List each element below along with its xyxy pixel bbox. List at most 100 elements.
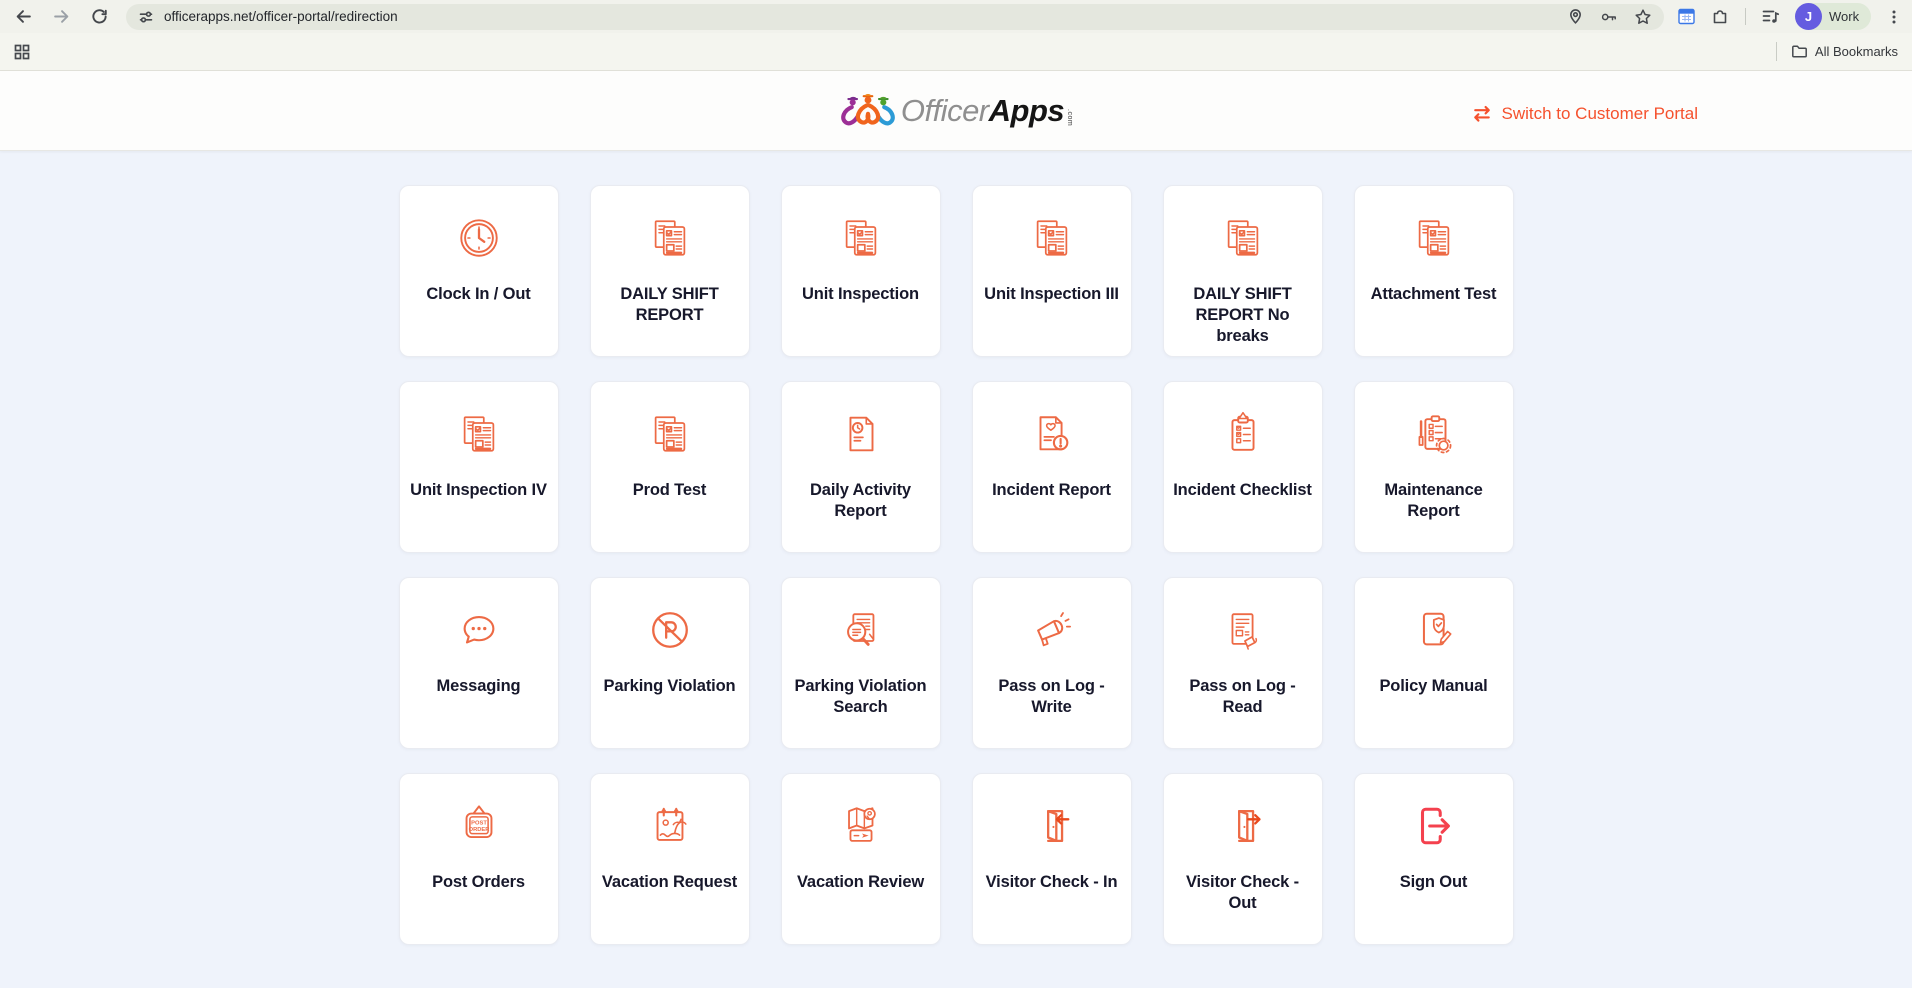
forward-button[interactable] bbox=[48, 4, 74, 30]
app-tile-label: Sign Out bbox=[1399, 873, 1468, 891]
back-icon bbox=[16, 10, 31, 23]
app-tile-unit-inspection[interactable]: Unit Inspection bbox=[780, 185, 941, 357]
app-tile-label: Prod Test bbox=[632, 481, 707, 499]
back-button[interactable] bbox=[10, 4, 36, 30]
app-tile-maintenance-report[interactable]: Maintenance Report bbox=[1353, 381, 1514, 553]
app-tile-label: Pass on Log - Read bbox=[1189, 677, 1296, 716]
app-tile-daily-shift-report-no-breaks[interactable]: DAILY SHIFT REPORT No breaks bbox=[1162, 185, 1323, 357]
extensions-icon[interactable] bbox=[1711, 7, 1730, 26]
app-tile-label: Unit Inspection IV bbox=[410, 481, 547, 499]
report-stack-icon bbox=[838, 215, 884, 261]
app-tile-vacation-request[interactable]: Vacation Request bbox=[589, 773, 750, 945]
calendar-extension-icon[interactable] bbox=[1677, 7, 1696, 26]
app-tile-visitor-check-in[interactable]: Visitor Check - In bbox=[971, 773, 1132, 945]
door-out-icon bbox=[1220, 803, 1266, 849]
report-stack-icon bbox=[647, 215, 693, 261]
app-tile-label: Pass on Log - Write bbox=[998, 677, 1105, 716]
app-tile-label: Incident Report bbox=[992, 481, 1111, 499]
address-bar[interactable]: officerapps.net/officer-portal/redirecti… bbox=[126, 3, 1664, 30]
reload-icon bbox=[91, 9, 107, 24]
logo-suffix: .com bbox=[1066, 108, 1074, 127]
avatar: J bbox=[1795, 3, 1822, 30]
toolbar-separator bbox=[1745, 8, 1746, 25]
app-tile-label: Incident Checklist bbox=[1173, 481, 1312, 499]
location-icon[interactable] bbox=[1567, 8, 1584, 25]
reload-button[interactable] bbox=[86, 4, 112, 30]
bookmarks-bar: All Bookmarks bbox=[0, 33, 1912, 71]
app-tile-parking-violation[interactable]: Parking Violation bbox=[589, 577, 750, 749]
app-tile-label: Messaging bbox=[436, 677, 521, 695]
app-tile-pass-on-log-read[interactable]: Pass on Log - Read bbox=[1162, 577, 1323, 749]
app-tile-label: Clock In / Out bbox=[426, 285, 531, 303]
app-tile-label: Post Orders bbox=[432, 873, 525, 891]
megaphone-icon bbox=[1029, 607, 1075, 653]
apps-grid-icon[interactable] bbox=[14, 44, 30, 60]
switch-link-label: Switch to Customer Portal bbox=[1501, 103, 1698, 123]
app-grid: Clock In / Out DAILY SHIFT REPORT Unit Ins… bbox=[0, 151, 1912, 945]
logo-part-apps: Apps bbox=[988, 92, 1065, 128]
app-tile-label: Daily Activity Report bbox=[810, 481, 911, 520]
app-tile-label: Parking Violation Search bbox=[794, 677, 927, 716]
app-tile-clock-in-out[interactable]: Clock In / Out bbox=[398, 185, 559, 357]
doc-clock-icon bbox=[838, 411, 884, 457]
all-bookmarks-label: All Bookmarks bbox=[1814, 44, 1898, 59]
app-tile-label: Parking Violation bbox=[603, 677, 736, 695]
browser-toolbar: officerapps.net/officer-portal/redirecti… bbox=[0, 0, 1912, 33]
app-tile-pass-on-log-write[interactable]: Pass on Log - Write bbox=[971, 577, 1132, 749]
app-tile-daily-activity-report[interactable]: Daily Activity Report bbox=[780, 381, 941, 553]
logout-icon bbox=[1411, 803, 1457, 849]
app-tile-label: Visitor Check - In bbox=[985, 873, 1118, 891]
chat-bubble-icon bbox=[456, 607, 502, 653]
app-tile-label: Unit Inspection bbox=[802, 285, 919, 303]
app-tile-messaging[interactable]: Messaging bbox=[398, 577, 559, 749]
doc-alert-icon bbox=[1029, 411, 1075, 457]
app-tile-attachment-test[interactable]: Attachment Test bbox=[1353, 185, 1514, 357]
app-tile-daily-shift-report[interactable]: DAILY SHIFT REPORT bbox=[589, 185, 750, 357]
url-text[interactable]: officerapps.net/officer-portal/redirecti… bbox=[164, 9, 1557, 24]
no-parking-icon bbox=[647, 607, 693, 653]
profile-chip[interactable]: J Work bbox=[1795, 3, 1872, 30]
calendar-beach-icon bbox=[647, 803, 693, 849]
report-stack-icon bbox=[1220, 215, 1266, 261]
app-tile-unit-inspection-iv[interactable]: Unit Inspection IV bbox=[398, 381, 559, 553]
report-stack-icon bbox=[1411, 215, 1457, 261]
post-order-sign-icon: POST ORDER bbox=[456, 803, 502, 849]
portal-content: Clock In / Out DAILY SHIFT REPORT Unit Ins… bbox=[0, 151, 1912, 988]
app-tile-label: Attachment Test bbox=[1370, 285, 1497, 303]
map-ticket-icon bbox=[838, 803, 884, 849]
officerapps-logo-text: OfficerApps bbox=[900, 92, 1065, 129]
app-tile-post-orders[interactable]: POST ORDER Post Orders bbox=[398, 773, 559, 945]
app-tile-sign-out[interactable]: Sign Out bbox=[1353, 773, 1514, 945]
logo-part-officer: Officer bbox=[900, 92, 989, 128]
app-tile-parking-violation-search[interactable]: Parking Violation Search bbox=[780, 577, 941, 749]
door-in-icon bbox=[1029, 803, 1075, 849]
site-settings-icon[interactable] bbox=[138, 9, 154, 25]
clipboard-tools-icon bbox=[1411, 411, 1457, 457]
all-bookmarks-button[interactable]: All Bookmarks bbox=[1791, 43, 1898, 60]
officerapps-logo-mark bbox=[841, 93, 895, 125]
app-tile-label: Unit Inspection III bbox=[984, 285, 1119, 303]
svg-text:ORDER: ORDER bbox=[468, 827, 490, 833]
app-tile-label: DAILY SHIFT REPORT bbox=[620, 285, 719, 324]
app-tile-label: Vacation Request bbox=[601, 873, 738, 891]
app-tile-prod-test[interactable]: Prod Test bbox=[589, 381, 750, 553]
doc-search-icon bbox=[838, 607, 884, 653]
report-stack-icon bbox=[647, 411, 693, 457]
doc-shield-icon bbox=[1411, 607, 1457, 653]
bookmark-star-icon[interactable] bbox=[1634, 8, 1652, 26]
app-tile-label: DAILY SHIFT REPORT No breaks bbox=[1193, 285, 1292, 345]
folder-icon bbox=[1791, 45, 1807, 58]
app-tile-visitor-check-out[interactable]: Visitor Check - Out bbox=[1162, 773, 1323, 945]
media-controls-icon[interactable] bbox=[1761, 7, 1780, 26]
bookmarks-separator bbox=[1775, 42, 1777, 61]
app-tile-vacation-review[interactable]: Vacation Review bbox=[780, 773, 941, 945]
app-tile-unit-inspection-iii[interactable]: Unit Inspection III bbox=[971, 185, 1132, 357]
switch-to-customer-portal-link[interactable]: Switch to Customer Portal bbox=[1471, 103, 1698, 123]
app-tile-label: Maintenance Report bbox=[1384, 481, 1483, 520]
menu-kebab-icon[interactable] bbox=[1886, 9, 1902, 25]
officerapps-logo: OfficerApps .com bbox=[839, 89, 1073, 133]
app-tile-incident-report[interactable]: Incident Report bbox=[971, 381, 1132, 553]
app-tile-incident-checklist[interactable]: Incident Checklist bbox=[1162, 381, 1323, 553]
password-key-icon[interactable] bbox=[1600, 8, 1618, 26]
app-tile-policy-manual[interactable]: Policy Manual bbox=[1353, 577, 1514, 749]
